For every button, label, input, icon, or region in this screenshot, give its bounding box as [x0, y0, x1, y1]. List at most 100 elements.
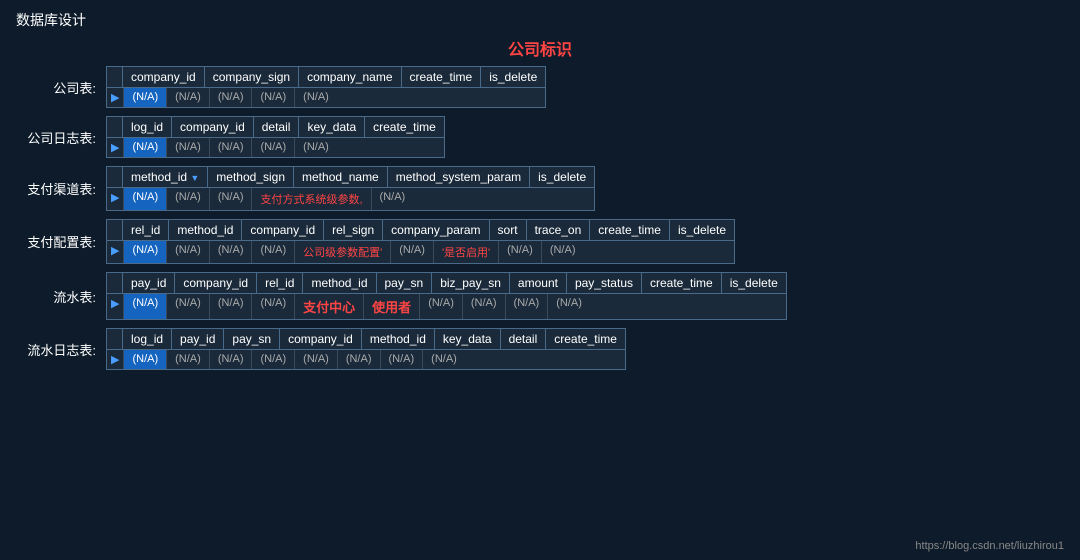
table-section-0: 公司表:company_idcompany_signcompany_namecr…: [16, 66, 1064, 108]
db-table-5: log_idpay_idpay_sncompany_idmethod_idkey…: [106, 328, 626, 370]
col-cell-5-3: (N/A): [252, 350, 295, 369]
col-cell-3-1: (N/A): [167, 241, 210, 263]
arrow-body: ▶: [107, 350, 124, 369]
col-cell-1-1: (N/A): [167, 138, 210, 157]
table-section-3: 支付配置表:rel_idmethod_idcompany_idrel_signc…: [16, 219, 1064, 264]
col-header-1-1: company_id: [172, 117, 254, 137]
col-header-3-3: rel_sign: [324, 220, 383, 240]
col-cell-0-1: (N/A): [167, 88, 210, 107]
col-header-0-4: is_delete: [481, 67, 545, 87]
col-cell-3-2: (N/A): [210, 241, 253, 263]
col-header-3-8: is_delete: [670, 220, 734, 240]
col-cell-1-3: (N/A): [252, 138, 295, 157]
col-header-2-1: method_sign: [208, 167, 294, 187]
arrow-header: [107, 117, 123, 137]
col-cell-1-0: (N/A): [124, 138, 167, 157]
col-header-0-0: company_id: [123, 67, 205, 87]
col-header-4-4: pay_sn: [377, 273, 433, 293]
col-cell-5-4: (N/A): [295, 350, 338, 369]
table-label-3: 支付配置表:: [16, 232, 106, 251]
arrow-body: ▶: [107, 241, 124, 263]
db-table-0: company_idcompany_signcompany_namecreate…: [106, 66, 546, 108]
col-cell-4-4: 支付中心: [295, 294, 364, 319]
table-section-2: 支付渠道表:method_id ▼method_signmethod_namem…: [16, 166, 1064, 211]
col-header-2-4: is_delete: [530, 167, 594, 187]
db-table-2: method_id ▼method_signmethod_namemethod_…: [106, 166, 595, 211]
col-header-5-6: detail: [501, 329, 547, 349]
col-cell-3-4: 公司级参数配置': [295, 241, 391, 263]
arrow-body: ▶: [107, 294, 124, 319]
arrow-header: [107, 167, 123, 187]
table-label-5: 流水日志表:: [16, 340, 106, 359]
col-header-4-8: create_time: [642, 273, 722, 293]
col-header-4-2: rel_id: [257, 273, 303, 293]
col-header-3-2: company_id: [242, 220, 324, 240]
col-cell-0-0: (N/A): [124, 88, 167, 107]
arrow-header: [107, 67, 123, 87]
col-cell-5-0: (N/A): [124, 350, 167, 369]
col-header-4-3: method_id: [303, 273, 376, 293]
col-cell-3-8: (N/A): [542, 241, 584, 263]
col-header-3-7: create_time: [590, 220, 670, 240]
col-header-5-5: key_data: [435, 329, 501, 349]
col-header-5-1: pay_id: [172, 329, 224, 349]
col-header-5-0: log_id: [123, 329, 172, 349]
col-header-3-6: trace_on: [527, 220, 591, 240]
col-cell-5-2: (N/A): [210, 350, 253, 369]
col-header-0-1: company_sign: [205, 67, 299, 87]
col-cell-4-9: (N/A): [548, 294, 590, 319]
col-cell-5-1: (N/A): [167, 350, 210, 369]
col-cell-4-0: (N/A): [124, 294, 167, 319]
col-header-3-1: method_id: [169, 220, 242, 240]
col-cell-3-6: '是否启用': [434, 241, 499, 263]
col-cell-4-2: (N/A): [210, 294, 253, 319]
db-table-1: log_idcompany_iddetailkey_datacreate_tim…: [106, 116, 445, 158]
arrow-body: ▶: [107, 188, 124, 210]
col-cell-0-4: (N/A): [295, 88, 337, 107]
col-header-1-2: detail: [254, 117, 300, 137]
db-table-3: rel_idmethod_idcompany_idrel_signcompany…: [106, 219, 735, 264]
table-section-1: 公司日志表:log_idcompany_iddetailkey_datacrea…: [16, 116, 1064, 158]
col-cell-4-6: (N/A): [420, 294, 463, 319]
col-header-5-4: method_id: [362, 329, 435, 349]
col-cell-0-3: (N/A): [252, 88, 295, 107]
table-label-1: 公司日志表:: [16, 128, 106, 147]
col-cell-5-6: (N/A): [381, 350, 424, 369]
col-cell-5-5: (N/A): [338, 350, 381, 369]
col-header-3-5: sort: [490, 220, 527, 240]
col-cell-2-4: (N/A): [372, 188, 414, 210]
bottom-link: https://blog.csdn.net/liuzhirou1: [915, 540, 1064, 552]
col-cell-1-2: (N/A): [210, 138, 253, 157]
col-header-4-0: pay_id: [123, 273, 175, 293]
col-header-0-2: company_name: [299, 67, 401, 87]
table-label-4: 流水表:: [16, 287, 106, 306]
col-header-2-3: method_system_param: [388, 167, 530, 187]
table-label-2: 支付渠道表:: [16, 179, 106, 198]
col-cell-2-3: 支付方式系统级参数,: [252, 188, 371, 210]
arrow-body: ▶: [107, 138, 124, 157]
col-cell-5-7: (N/A): [423, 350, 465, 369]
col-cell-3-0: (N/A): [124, 241, 167, 263]
col-header-4-7: pay_status: [567, 273, 642, 293]
col-header-3-0: rel_id: [123, 220, 169, 240]
col-header-5-3: company_id: [280, 329, 362, 349]
col-cell-2-2: (N/A): [210, 188, 253, 210]
col-cell-3-3: (N/A): [252, 241, 295, 263]
col-header-0-3: create_time: [402, 67, 482, 87]
col-header-1-3: key_data: [299, 117, 365, 137]
col-header-4-1: company_id: [175, 273, 257, 293]
col-cell-4-8: (N/A): [506, 294, 549, 319]
col-cell-0-2: (N/A): [210, 88, 253, 107]
table-section-5: 流水日志表:log_idpay_idpay_sncompany_idmethod…: [16, 328, 1064, 370]
col-header-5-7: create_time: [546, 329, 625, 349]
table-section-4: 流水表:pay_idcompany_idrel_idmethod_idpay_s…: [16, 272, 1064, 320]
col-header-4-5: biz_pay_sn: [432, 273, 510, 293]
col-cell-4-3: (N/A): [252, 294, 295, 319]
col-cell-4-7: (N/A): [463, 294, 506, 319]
col-header-4-6: amount: [510, 273, 567, 293]
col-header-1-0: log_id: [123, 117, 172, 137]
col-cell-1-4: (N/A): [295, 138, 337, 157]
col-cell-2-1: (N/A): [167, 188, 210, 210]
col-header-5-2: pay_sn: [224, 329, 280, 349]
col-header-4-9: is_delete: [722, 273, 786, 293]
